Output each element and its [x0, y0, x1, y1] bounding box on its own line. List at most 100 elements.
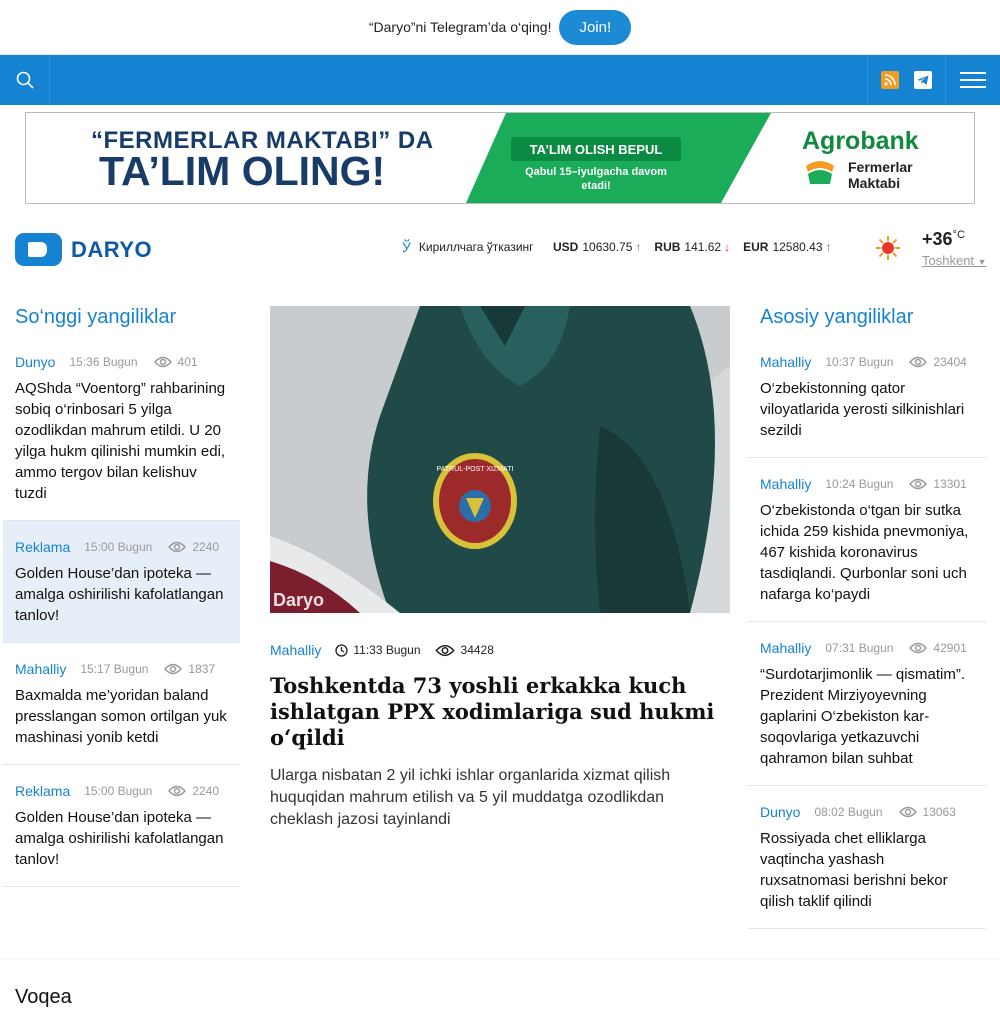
category-link[interactable]: Reklama — [15, 539, 70, 555]
section-title[interactable]: Voqea — [15, 986, 72, 1009]
list-item[interactable]: Dunyo 08:02 Bugun 13063 Rossiyada chet ell… — [748, 786, 986, 929]
time: 11:33 Bugun — [353, 643, 421, 657]
article-headline[interactable]: Toshkentda 73 yoshli erkakka kuch ishlat… — [270, 673, 730, 751]
daryo-logo-icon — [15, 233, 62, 266]
time: 10:24 Bugun — [825, 477, 894, 491]
eye-icon — [898, 806, 917, 818]
category-link[interactable]: Dunyo — [760, 804, 800, 820]
news-title[interactable]: O‘zbekistonda o‘tgan bir sutka ichida 25… — [760, 500, 974, 605]
list-item[interactable]: Reklama 15:00 Bugun 2240 Golden House’dan … — [3, 765, 240, 887]
list-item[interactable]: Mahalliy 10:37 Bugun 23404 O‘zbekistonning… — [748, 336, 986, 458]
top-news-column: Asosiy yangiliklar Mahalliy 10:37 Bugun 23… — [748, 306, 986, 929]
category-link[interactable]: Mahalliy — [15, 661, 66, 677]
temperature: +36°C — [922, 229, 965, 249]
arrow-down-icon: ↓ — [724, 240, 731, 254]
news-title[interactable]: “Surdotarjimonlik — qismatim”. Prezident… — [760, 664, 974, 769]
telegram-promo-text: “Daryo”ni Telegram’da o‘qing! — [368, 19, 552, 35]
time: 15:00 Bugun — [84, 784, 153, 798]
clock-icon — [335, 643, 349, 657]
watermark: Daryo — [273, 590, 325, 610]
rate-eur: EUR 12580.43 ↑ — [743, 240, 832, 254]
category-link[interactable]: Mahalliy — [760, 476, 811, 492]
views: 34428 — [460, 643, 494, 657]
rss-icon[interactable] — [881, 71, 899, 89]
latest-news-column: So‘nggi yangiliklar Dunyo 15:36 Bugun 401 … — [3, 306, 240, 887]
telegram-promo-bar: “Daryo”ni Telegram’da o‘qing! Join! — [0, 0, 1000, 55]
main-article: PATRUL-POST XIZMATI Daryo Mahalliy 11:33… — [270, 306, 730, 831]
article-meta: Mahalliy 11:33 Bugun 34428 — [270, 637, 730, 663]
site-header: DARYO Ў Кириллчага ўтказинг USD 10630.75 ↑… — [0, 210, 1000, 286]
social-links — [867, 55, 946, 105]
list-item[interactable]: Mahalliy 07:31 Bugun 42901 “Surdotarjimonl… — [748, 622, 986, 786]
daryo-logo[interactable]: DARYO — [15, 233, 152, 266]
rate-usd: USD 10630.75 ↑ — [553, 240, 642, 254]
category-link[interactable]: Reklama — [15, 783, 70, 799]
rate-rub: RUB 141.62 ↓ — [654, 240, 731, 254]
currency-rates: USD 10630.75 ↑ RUB 141.62 ↓ EUR 12580.43 ↑ — [553, 240, 832, 254]
views: 13063 — [922, 805, 956, 819]
cyrillic-switch[interactable]: Ў Кириллчага ўтказинг — [402, 239, 534, 255]
views: 2240 — [192, 784, 220, 798]
news-title[interactable]: Golden House’dan ipoteka — amalga oshiri… — [15, 807, 228, 870]
arrow-up-icon: ↑ — [635, 240, 642, 254]
news-title[interactable]: AQShda “Voentorg” rahbarining sobiq o‘ri… — [15, 378, 228, 504]
join-telegram-button[interactable]: Join! — [559, 9, 632, 45]
list-item[interactable]: Reklama 15:00 Bugun 2240 Golden House’dan … — [3, 521, 240, 643]
category-link[interactable]: Mahalliy — [760, 640, 811, 656]
banner-brand: Agrobank — [802, 127, 919, 155]
views: 401 — [177, 355, 198, 369]
news-title[interactable]: Baxmalda me’yoridan baland presslangan s… — [15, 685, 228, 748]
list-item[interactable]: Dunyo 15:36 Bugun 401 AQShda “Voentorg” ra… — [3, 336, 240, 521]
time: 10:37 Bugun — [825, 355, 894, 369]
menu-button[interactable] — [946, 55, 1000, 105]
news-title[interactable]: O‘zbekistonning qator viloyatlarida yero… — [760, 378, 974, 441]
list-item[interactable]: Mahalliy 15:17 Bugun 1837 Baxmalda me’yori… — [3, 643, 240, 765]
list-item[interactable]: Mahalliy 10:24 Bugun 13301 O‘zbekistonda o… — [748, 458, 986, 622]
ad-banner[interactable]: “FERMERLAR MAKTABI” DA TA’LIM OLING! TA’… — [25, 112, 975, 204]
sun-icon — [876, 236, 900, 260]
category-link[interactable]: Dunyo — [15, 354, 55, 370]
views: 1837 — [188, 662, 216, 676]
eye-icon — [909, 642, 928, 654]
chevron-down-icon: ▼ — [977, 257, 987, 267]
article-image: PATRUL-POST XIZMATI — [270, 306, 730, 613]
news-title[interactable]: Golden House’dan ipoteka — amalga oshiri… — [15, 563, 228, 626]
news-title[interactable]: Rossiyada chet elliklarga vaqtincha yash… — [760, 828, 974, 912]
views: 23404 — [933, 355, 967, 369]
latest-news-title[interactable]: So‘nggi yangiliklar — [3, 306, 240, 336]
main-nav — [0, 55, 1000, 105]
arrow-up-icon: ↑ — [825, 240, 832, 254]
banner-line2: TA’LIM OLING! — [99, 148, 386, 194]
top-news-title[interactable]: Asosiy yangiliklar — [748, 306, 986, 336]
search-button[interactable] — [0, 55, 50, 105]
views: 13301 — [933, 477, 967, 491]
menu-icon — [960, 72, 986, 88]
eye-icon — [153, 356, 172, 368]
search-icon — [16, 71, 34, 89]
telegram-icon[interactable] — [914, 71, 932, 89]
eye-icon — [164, 663, 183, 675]
city-select[interactable]: Toshkent ▼ — [922, 253, 987, 268]
category-link[interactable]: Mahalliy — [270, 642, 321, 658]
eye-icon — [909, 356, 928, 368]
voqea-section: Voqea — [0, 960, 1000, 1008]
fermerlar-logo-icon — [806, 161, 834, 184]
logo-text: DARYO — [71, 236, 153, 262]
cyrillic-icon: Ў — [402, 239, 411, 255]
banner-subtext: Qabul 15–iyulgacha davom etadi! — [525, 166, 667, 192]
views: 42901 — [933, 641, 967, 655]
category-link[interactable]: Mahalliy — [760, 354, 811, 370]
article-lead: Ularga nisbatan 2 yil ichki ishlar organ… — [270, 767, 671, 828]
time: 15:17 Bugun — [80, 662, 149, 676]
article-photo[interactable]: PATRUL-POST XIZMATI Daryo — [270, 306, 730, 613]
patch-text: PATRUL-POST XIZMATI — [437, 466, 514, 473]
time: 07:31 Bugun — [825, 641, 894, 655]
time: 15:00 Bugun — [84, 540, 153, 554]
eye-icon — [168, 541, 187, 553]
time: 08:02 Bugun — [814, 805, 883, 819]
cyrillic-label: Кириллчага ўтказинг — [418, 240, 534, 254]
eye-icon — [168, 785, 187, 797]
time: 15:36 Bugun — [69, 355, 138, 369]
banner-pill: TA’LIM OLISH BEPUL — [511, 137, 681, 161]
eye-icon — [434, 644, 455, 656]
